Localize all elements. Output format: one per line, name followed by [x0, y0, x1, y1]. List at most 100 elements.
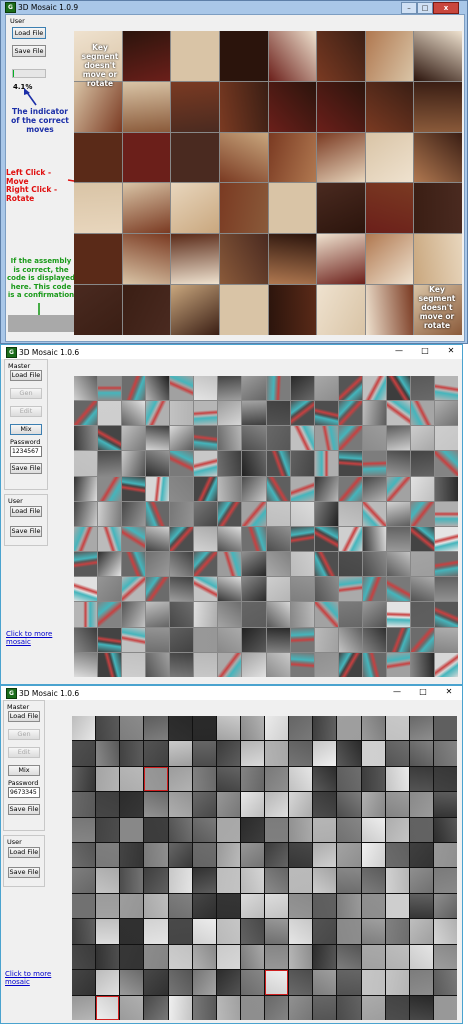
mosaic-tile[interactable]: [74, 285, 122, 335]
mosaic-tile[interactable]: [434, 401, 458, 426]
mosaic-tile[interactable]: [314, 476, 338, 501]
mosaic-tile[interactable]: [120, 741, 144, 766]
minimize-button[interactable]: —: [389, 346, 409, 356]
mosaic-tile[interactable]: [96, 817, 120, 843]
mosaic-tile[interactable]: [170, 426, 194, 451]
mosaic-tile[interactable]: [361, 792, 385, 817]
mosaic-tile[interactable]: [96, 792, 120, 817]
mosaic-tile[interactable]: [410, 401, 434, 426]
mosaic-tile[interactable]: [266, 426, 290, 451]
maximize-button[interactable]: □: [415, 346, 435, 356]
mosaic-tile[interactable]: [120, 766, 144, 792]
mosaic-tile[interactable]: [74, 627, 98, 652]
title-bar[interactable]: G 3D Mosaic 1.0.9 – □ x: [1, 1, 467, 14]
mosaic-tile[interactable]: [434, 451, 458, 476]
mosaic-tile[interactable]: [74, 376, 98, 401]
mosaic-tile[interactable]: [317, 132, 365, 183]
mosaic-tile[interactable]: [361, 995, 385, 1020]
mosaic-tile[interactable]: [385, 868, 409, 893]
mosaic-tile[interactable]: [122, 476, 146, 501]
mosaic-tile[interactable]: [338, 577, 362, 602]
mosaic-tile[interactable]: [410, 501, 434, 526]
mosaic-tile[interactable]: [265, 868, 289, 893]
mosaic-tile[interactable]: [313, 919, 337, 944]
mosaic-tile[interactable]: [290, 501, 314, 526]
close-button[interactable]: ✕: [439, 687, 459, 697]
mosaic-tile[interactable]: [434, 501, 458, 526]
mosaic-tile[interactable]: [74, 652, 98, 677]
mosaic-tile[interactable]: [361, 716, 385, 741]
mosaic-tile[interactable]: [192, 843, 216, 868]
mosaic-tile[interactable]: [433, 741, 457, 766]
mosaic-tile[interactable]: [313, 868, 337, 893]
mosaic-tile[interactable]: [240, 792, 264, 817]
mosaic-tile[interactable]: [265, 893, 289, 919]
mosaic-tile[interactable]: [122, 234, 171, 285]
mosaic-tile[interactable]: [170, 401, 194, 426]
mosaic-tile[interactable]: [433, 919, 457, 944]
mosaic-tile[interactable]: [168, 716, 192, 741]
mosaic-tile[interactable]: [146, 577, 170, 602]
mosaic-tile[interactable]: [216, 944, 240, 970]
mosaic-tile[interactable]: [361, 766, 385, 792]
mosaic-tile[interactable]: [337, 792, 361, 817]
mosaic-tile[interactable]: [240, 741, 264, 766]
mosaic-tile[interactable]: [219, 81, 268, 132]
master-load-file-button[interactable]: Load File: [10, 370, 42, 381]
mosaic-tile[interactable]: [313, 995, 337, 1020]
mosaic-tile[interactable]: [386, 451, 410, 476]
mosaic-tile[interactable]: [219, 234, 268, 285]
mosaic-tile[interactable]: [146, 476, 170, 501]
mosaic-tile[interactable]: [170, 526, 194, 552]
mosaic-tile[interactable]: [96, 868, 120, 893]
mosaic-tile[interactable]: [144, 843, 168, 868]
mosaic-tile[interactable]: [289, 944, 313, 970]
mosaic-tile[interactable]: [410, 652, 434, 677]
mosaic-tile[interactable]: [170, 451, 194, 476]
mosaic-tile[interactable]: [362, 376, 386, 401]
mosaic-tile[interactable]: [218, 577, 242, 602]
mosaic-tile[interactable]: [266, 652, 290, 677]
mosaic-tile[interactable]: [314, 627, 338, 652]
mosaic-tile[interactable]: [218, 476, 242, 501]
mosaic-tile[interactable]: [289, 919, 313, 944]
mosaic-tile[interactable]: [218, 426, 242, 451]
mosaic-tile[interactable]: [410, 476, 434, 501]
close-button[interactable]: ✕: [441, 346, 461, 356]
mosaic-tile[interactable]: [72, 817, 96, 843]
mosaic-tile[interactable]: [385, 716, 409, 741]
user-save-file-button[interactable]: Save File: [8, 867, 40, 878]
mosaic-tile[interactable]: [194, 652, 218, 677]
mosaic-tile[interactable]: [170, 602, 194, 627]
mosaic-tile[interactable]: [146, 376, 170, 401]
mosaic-tile[interactable]: [266, 577, 290, 602]
mosaic-tile[interactable]: [361, 817, 385, 843]
mosaic-tile[interactable]: [314, 602, 338, 627]
mosaic-tile[interactable]: [74, 81, 122, 132]
mosaic-tile[interactable]: [433, 792, 457, 817]
mosaic-tile[interactable]: [338, 401, 362, 426]
mosaic-tile[interactable]: [171, 234, 219, 285]
mosaic-tile[interactable]: [72, 741, 96, 766]
mosaic-tile[interactable]: [314, 526, 338, 552]
mosaic-tile[interactable]: [361, 919, 385, 944]
mosaic-tile[interactable]: [268, 81, 317, 132]
mosaic-tile[interactable]: [410, 451, 434, 476]
mosaic-tile[interactable]: [338, 451, 362, 476]
mosaic-tile[interactable]: [362, 401, 386, 426]
mosaic-tile[interactable]: [194, 501, 218, 526]
mosaic-tile[interactable]: [168, 868, 192, 893]
mosaic-tile[interactable]: [386, 401, 410, 426]
mosaic-tile[interactable]: [409, 792, 433, 817]
mosaic-tile[interactable]: [268, 234, 317, 285]
mosaic-tile[interactable]: [290, 376, 314, 401]
mosaic-tile[interactable]: [192, 868, 216, 893]
mosaic-tile[interactable]: [146, 426, 170, 451]
mosaic-tile[interactable]: [434, 526, 458, 552]
mosaic-tile[interactable]: [98, 526, 122, 552]
mosaic-tile[interactable]: [361, 868, 385, 893]
mosaic-tile[interactable]: [265, 944, 289, 970]
mosaic-tile[interactable]: [242, 426, 266, 451]
mosaic-tile[interactable]: [317, 183, 365, 234]
mosaic-tile[interactable]: [317, 81, 365, 132]
